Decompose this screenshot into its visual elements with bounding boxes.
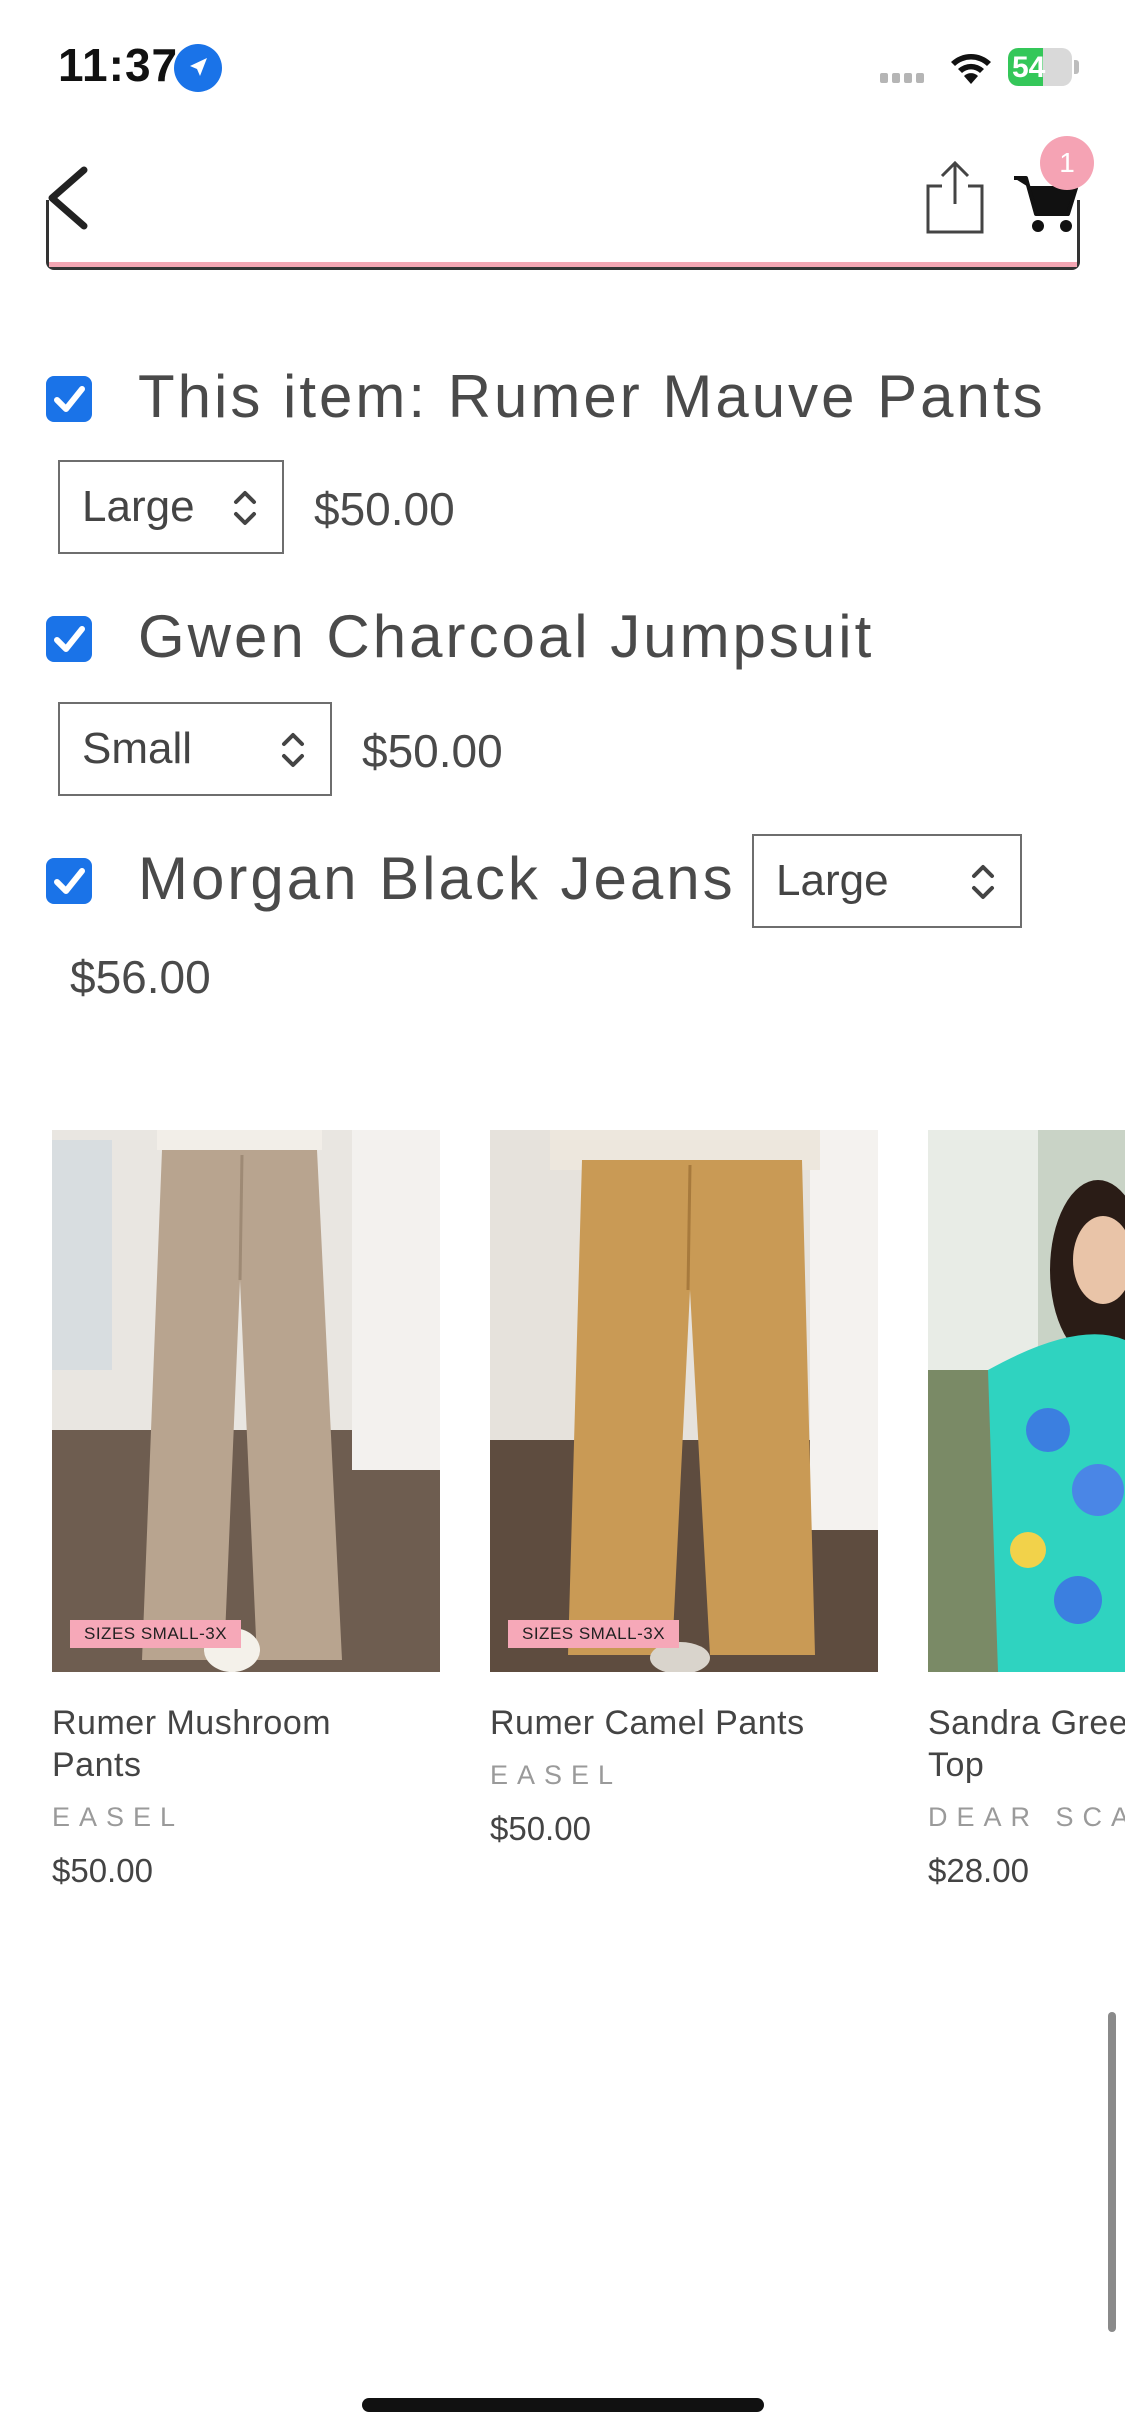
product-image-1[interactable]: SIZES SMALL-3X xyxy=(52,1130,440,1672)
product-price-2: $50.00 xyxy=(490,1810,591,1847)
product-title-1[interactable]: Rumer Mushroom Pants xyxy=(52,1702,331,1786)
product-image-3[interactable] xyxy=(928,1130,1125,1672)
cellular-signal-icon xyxy=(880,70,928,88)
chevron-updown-icon xyxy=(972,865,994,899)
cart-count-badge: 1 xyxy=(1040,136,1094,190)
battery-icon: 54 xyxy=(1008,48,1072,86)
chevron-updown-icon xyxy=(282,733,304,767)
size-select-value-2: Small xyxy=(82,724,193,773)
size-select-2[interactable]: Small xyxy=(58,702,332,796)
bundle-item-label-2: Gwen Charcoal Jumpsuit xyxy=(138,603,875,670)
chevron-updown-icon xyxy=(234,491,256,525)
product-brand-1: EASEL xyxy=(52,1802,185,1832)
home-indicator[interactable] xyxy=(362,2398,764,2412)
size-select-value-1: Large xyxy=(82,482,195,531)
bundle-checkbox-1[interactable] xyxy=(46,376,92,422)
size-select-3[interactable]: Large xyxy=(752,834,1022,928)
bundle-item-price-2: $50.00 xyxy=(362,725,503,777)
size-select-1[interactable]: Large xyxy=(58,460,284,554)
product-brand-2: EASEL xyxy=(490,1760,623,1790)
bundle-item-price-1: $50.00 xyxy=(314,483,455,535)
product-title-line: Sandra Gree xyxy=(928,1704,1125,1742)
product-brand-3: DEAR SCA xyxy=(928,1802,1125,1832)
product-title-2[interactable]: Rumer Camel Pants xyxy=(490,1702,805,1744)
product-title-3[interactable]: Sandra Gree Top xyxy=(928,1702,1125,1786)
scrollbar[interactable] xyxy=(1108,2012,1116,2332)
product-price-3: $28.00 xyxy=(928,1852,1029,1889)
battery-level: 54 xyxy=(1012,51,1046,84)
product-price-1: $50.00 xyxy=(52,1852,153,1889)
product-title-line: Pants xyxy=(52,1746,142,1784)
product-image-2[interactable]: SIZES SMALL-3X xyxy=(490,1130,878,1672)
size-range-badge: SIZES SMALL-3X xyxy=(70,1620,242,1648)
bundle-checkbox-3[interactable] xyxy=(46,858,92,904)
size-range-badge: SIZES SMALL-3X xyxy=(508,1620,680,1648)
add-bundle-button-edge[interactable] xyxy=(46,200,1080,270)
bundle-item-label-1: This item: Rumer Mauve Pants xyxy=(138,363,1046,430)
bundle-checkbox-2[interactable] xyxy=(46,616,92,662)
bundle-item-label-3: Morgan Black Jeans xyxy=(138,845,736,912)
product-title-line: Top xyxy=(928,1746,985,1784)
bundle-item-price-3: $56.00 xyxy=(70,951,211,1003)
status-time: 11:37 xyxy=(58,39,179,91)
location-arrow-icon xyxy=(174,44,222,92)
wifi-icon xyxy=(946,48,996,91)
battery-cap xyxy=(1074,60,1079,74)
product-title-line: Rumer Mushroom xyxy=(52,1704,332,1742)
add-bundle-button-bottom xyxy=(49,262,1077,267)
size-select-value-3: Large xyxy=(776,856,889,905)
product-title-line: Rumer Camel Pants xyxy=(490,1704,805,1742)
